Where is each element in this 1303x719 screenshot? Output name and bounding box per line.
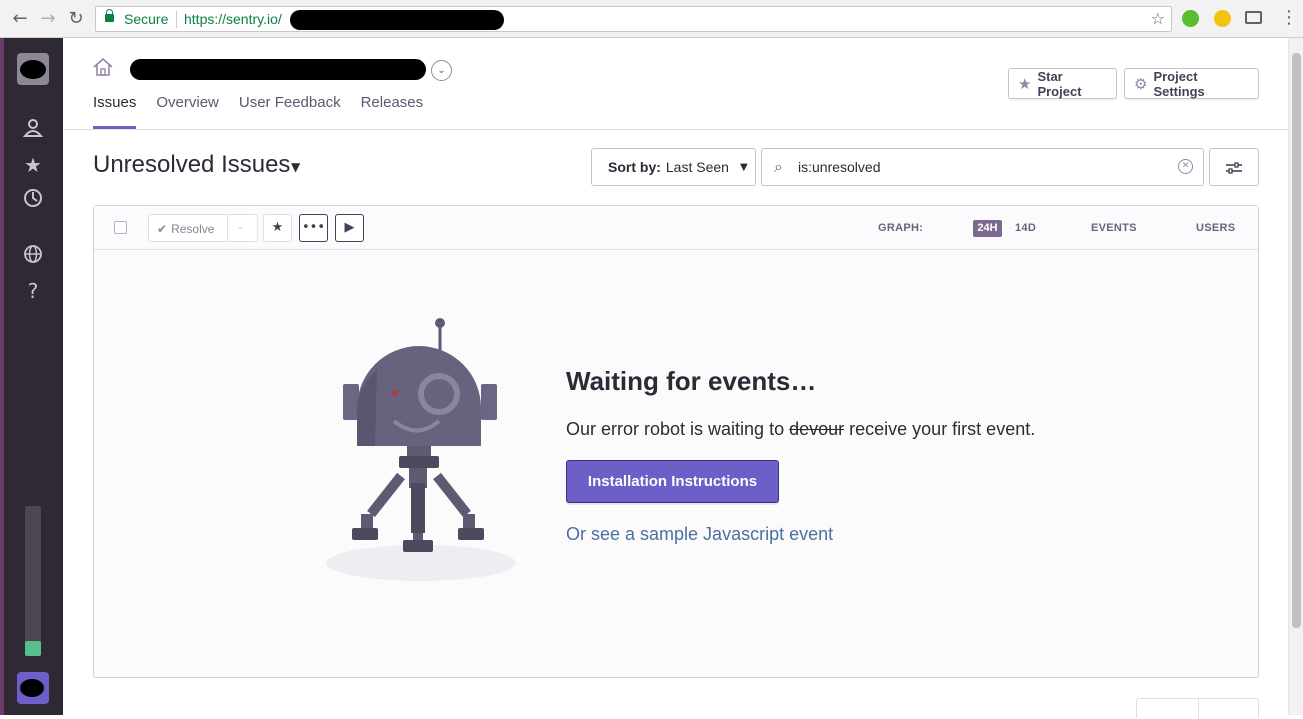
sort-value: Last Seen [665, 159, 729, 175]
secure-label: Secure [124, 11, 169, 27]
tab-overview[interactable]: Overview [156, 93, 219, 129]
back-icon[interactable]: ← [10, 9, 30, 29]
search-input[interactable] [798, 157, 1168, 177]
select-all-checkbox[interactable] [114, 221, 127, 234]
bookmark-star-icon[interactable]: ☆ [1151, 9, 1165, 28]
pagination [1136, 698, 1259, 719]
project-name-redaction [130, 59, 426, 80]
tab-issues[interactable]: Issues [93, 93, 137, 129]
clear-icon[interactable]: ✕ [1178, 159, 1193, 174]
empty-state-text: Our error robot is waiting to devour rec… [566, 419, 1035, 440]
resolve-label: Resolve [171, 222, 215, 236]
installation-instructions-button[interactable]: Installation Instructions [566, 460, 779, 503]
sidebar: ★ ? [0, 38, 63, 715]
search-bar[interactable]: ⌕ ✕ [761, 148, 1204, 186]
star-project-label: Star Project [1037, 68, 1082, 99]
project-tabs: Issues Overview User Feedback Releases [93, 93, 423, 129]
resolve-button-group[interactable]: ✔ Resolve ⌄ [148, 214, 258, 242]
address-bar[interactable]: Secure https://sentry.io/ ☆ [95, 6, 1172, 32]
chevron-down-icon[interactable]: ▼ [291, 160, 300, 174]
chevron-down-icon: ▼ [739, 161, 748, 173]
reload-icon[interactable]: ↻ [66, 9, 86, 29]
issues-panel: ✔ Resolve ⌄ ★ ••• ▶ GRAPH: 24H 14D EVENT… [93, 205, 1259, 678]
empty-text-after: receive your first event. [844, 419, 1036, 439]
chevron-down-icon[interactable]: ⌄ [431, 60, 452, 81]
browser-menu-icon[interactable]: ⋮ [1280, 7, 1298, 28]
range-24h-toggle[interactable]: 24H [973, 220, 1002, 237]
onboarding-progress[interactable] [25, 506, 41, 656]
lock-icon [105, 9, 114, 22]
star-icon[interactable]: ★ [21, 153, 45, 177]
project-settings-button[interactable]: ⚙ Project Settings [1124, 68, 1259, 99]
forward-icon[interactable]: → [38, 9, 58, 29]
user-avatar[interactable] [17, 672, 49, 704]
events-column-header: EVENTS [1091, 222, 1137, 234]
star-project-button[interactable]: ★ Star Project [1008, 68, 1117, 99]
filter-settings-button[interactable] [1209, 148, 1259, 186]
cast-icon[interactable] [1245, 11, 1262, 24]
divider [227, 215, 228, 241]
empty-text-struck: devour [789, 419, 845, 439]
url-redaction [290, 10, 504, 30]
url-text: https://sentry.io/ [184, 11, 282, 27]
divider [1198, 699, 1199, 719]
chevron-down-icon[interactable]: ⌄ [236, 221, 244, 232]
org-avatar[interactable] [17, 53, 49, 85]
help-icon[interactable]: ? [21, 279, 45, 303]
scrollbar[interactable] [1288, 38, 1303, 715]
issues-toolbar: ✔ Resolve ⌄ ★ ••• ▶ GRAPH: 24H 14D EVENT… [94, 206, 1258, 250]
sort-label: Sort by: [608, 159, 661, 175]
progress-fill [25, 641, 41, 656]
extension-icon[interactable] [1214, 10, 1231, 27]
bookmark-button[interactable]: ★ [263, 214, 292, 242]
more-actions-button[interactable]: ••• [299, 214, 328, 242]
error-robot-illustration [326, 318, 516, 581]
divider [176, 11, 177, 28]
scrollbar-thumb[interactable] [1292, 53, 1301, 628]
divider [63, 129, 1288, 130]
empty-state-title: Waiting for events… [566, 366, 817, 396]
tab-user-feedback[interactable]: User Feedback [239, 93, 341, 129]
home-icon[interactable] [93, 57, 113, 78]
range-14d-toggle[interactable]: 14D [1015, 222, 1036, 234]
main-content: ⌄ Issues Overview User Feedback Releases… [63, 38, 1288, 719]
extension-icon[interactable] [1182, 10, 1199, 27]
star-icon: ★ [1018, 74, 1032, 93]
check-icon: ✔ [157, 222, 168, 236]
empty-text-before: Our error robot is waiting to [566, 419, 790, 439]
play-button[interactable]: ▶ [335, 214, 364, 242]
sort-dropdown[interactable]: Sort by: Last Seen ▼ [591, 148, 756, 186]
page-title[interactable]: Unresolved Issues [93, 151, 290, 179]
tab-releases[interactable]: Releases [361, 93, 424, 129]
user-icon[interactable] [21, 118, 45, 142]
browser-toolbar: ← → ↻ Secure https://sentry.io/ ☆ ⋮ [0, 0, 1303, 38]
project-settings-label: Project Settings [1153, 68, 1205, 99]
resolve-button[interactable]: ✔ Resolve [157, 222, 214, 236]
gear-icon: ⚙ [1134, 74, 1148, 93]
users-column-header: USERS [1196, 222, 1236, 234]
search-icon: ⌕ [774, 157, 783, 176]
activity-icon[interactable] [21, 188, 45, 212]
graph-label: GRAPH: [878, 222, 924, 234]
globe-icon[interactable] [21, 244, 45, 268]
sample-event-link[interactable]: Or see a sample Javascript event [566, 524, 833, 545]
